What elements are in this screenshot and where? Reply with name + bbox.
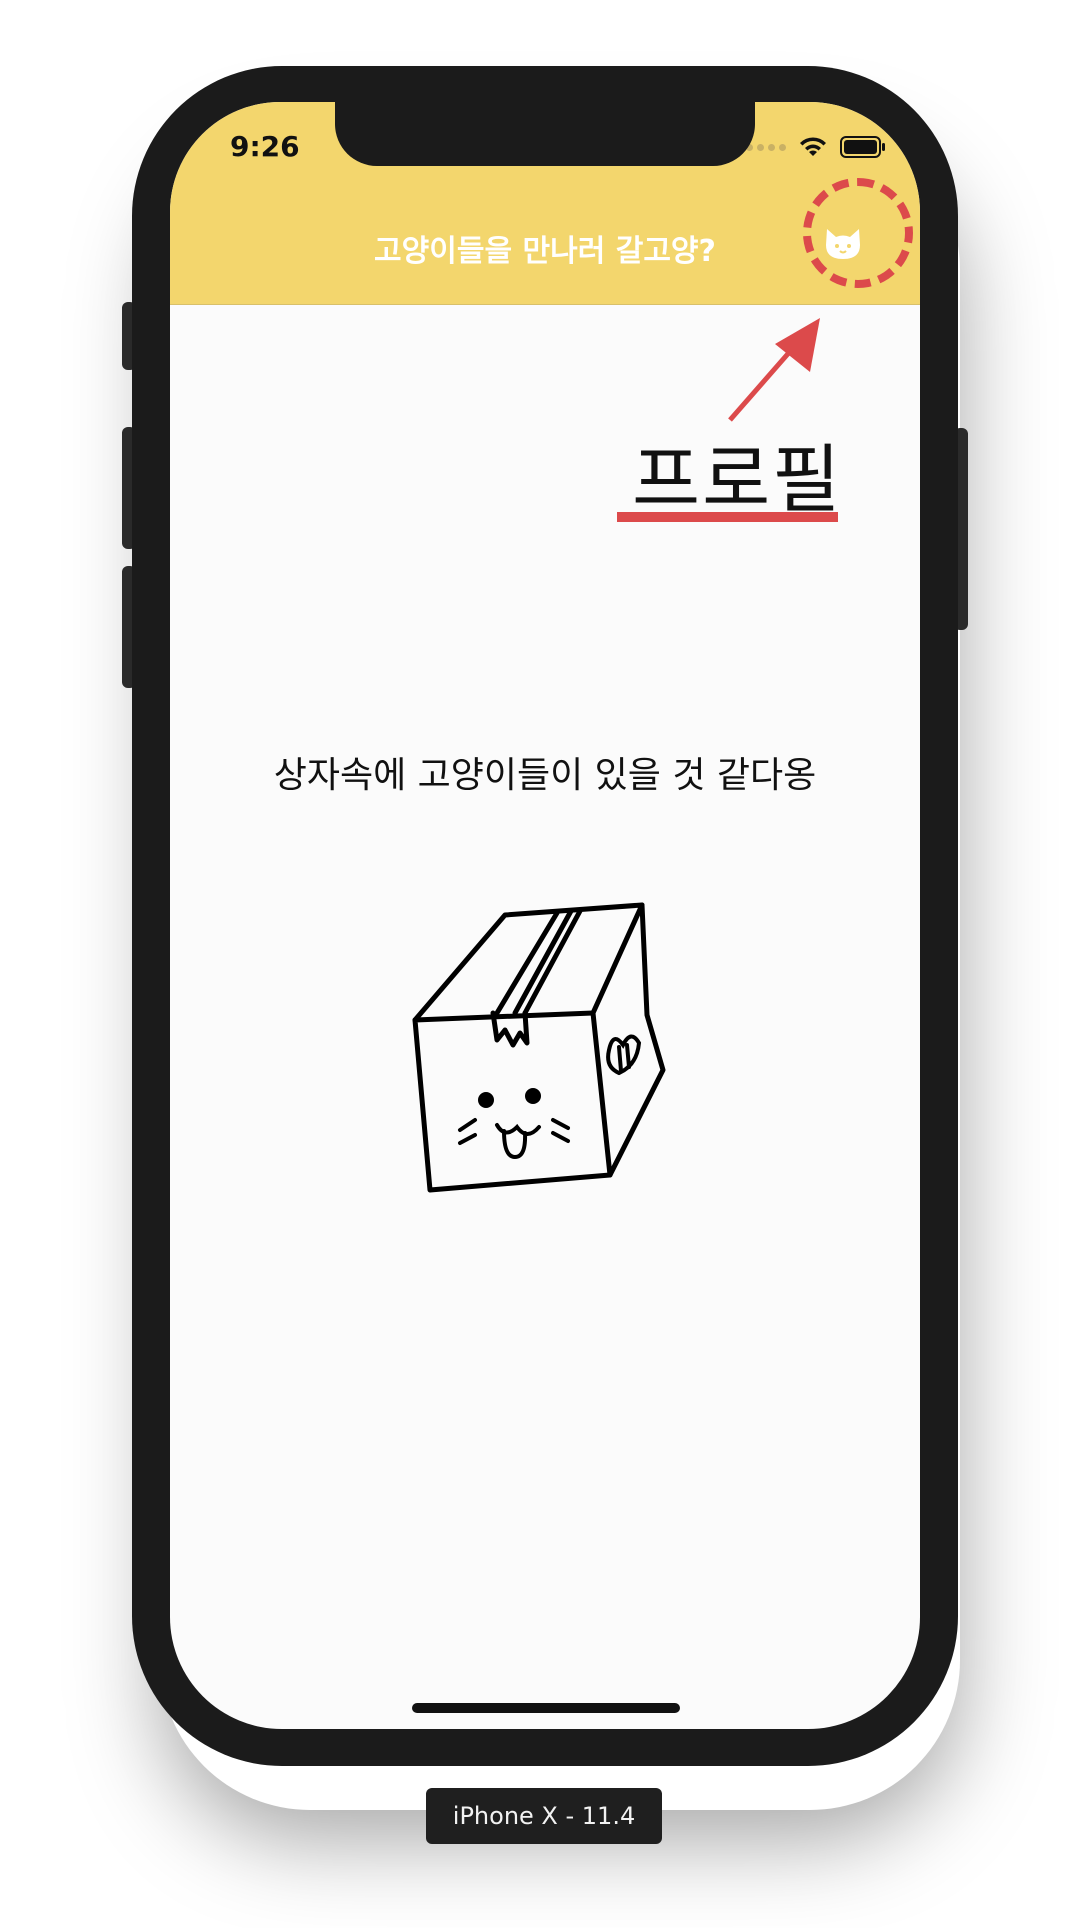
notch bbox=[335, 100, 755, 166]
wifi-icon bbox=[800, 137, 826, 156]
status-time: 9:26 bbox=[230, 130, 300, 163]
annotation-circle bbox=[803, 178, 913, 288]
annotation-underline bbox=[617, 512, 838, 522]
annotation-arrow bbox=[728, 318, 820, 422]
status-icons bbox=[746, 136, 886, 158]
subtitle-text: 상자속에 고양이들이 있을 것 같다옹 bbox=[273, 755, 817, 796]
cat-box-illustration bbox=[412, 902, 666, 1193]
signal-icon bbox=[746, 143, 786, 151]
battery-icon bbox=[840, 136, 885, 158]
home-indicator[interactable] bbox=[412, 1703, 680, 1713]
device-label: iPhone X - 11.4 bbox=[426, 1788, 662, 1844]
annotation-label: 프로필 bbox=[632, 437, 843, 523]
